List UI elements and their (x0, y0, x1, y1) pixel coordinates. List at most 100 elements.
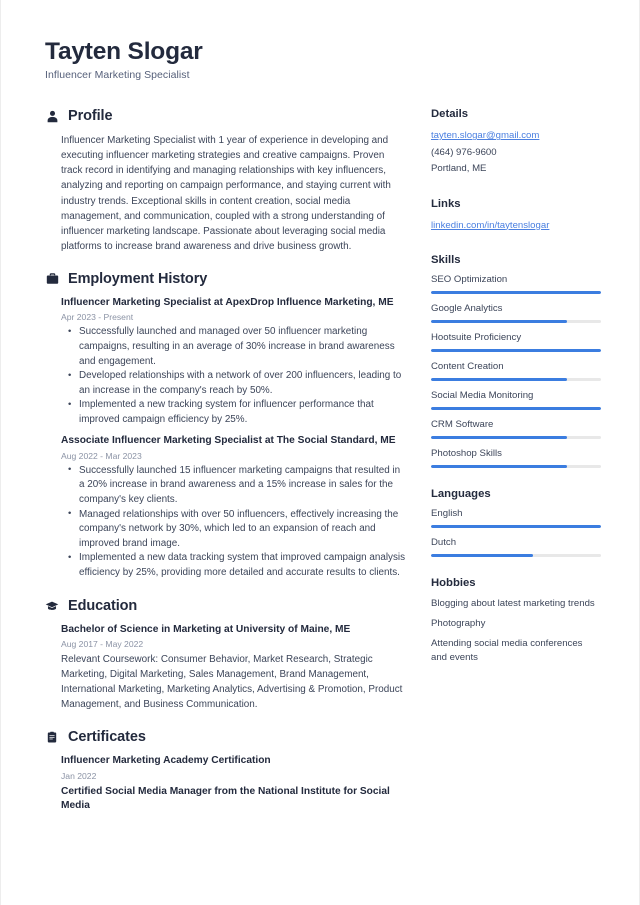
sidebar-languages: Languages English Dutch (431, 488, 601, 558)
language-bar-track (431, 554, 601, 558)
skill-label: CRM Software (431, 419, 494, 431)
employment-entry: Influencer Marketing Specialist at ApexD… (61, 296, 407, 428)
section-education: Education Bachelor of Science in Marketi… (45, 598, 407, 713)
skill-label: Content Creation (431, 361, 504, 373)
resume-columns: Profile Influencer Marketing Specialist … (45, 108, 601, 830)
section-employment-body: Influencer Marketing Specialist at ApexD… (45, 296, 407, 581)
section-education-body: Bachelor of Science in Marketing at Univ… (45, 623, 407, 713)
skill-label: Social Media Monitoring (431, 390, 534, 402)
section-profile-title: Profile (68, 108, 113, 125)
skill-bar-fill (431, 349, 601, 353)
skill-bar-track (431, 349, 601, 353)
bullet-item: Developed relationships with a network o… (61, 369, 407, 398)
location-text: Portland, ME (431, 163, 487, 175)
employment-entry-date: Apr 2023 - Present (61, 312, 134, 323)
skill-item: Hootsuite Proficiency (431, 332, 601, 353)
briefcase-icon (45, 272, 59, 286)
sidebar-hobbies: Hobbies Blogging about latest marketing … (431, 577, 601, 665)
resume-page: Tayten Slogar Influencer Marketing Speci… (0, 0, 640, 905)
language-item: Dutch (431, 537, 601, 558)
candidate-name: Tayten Slogar (45, 38, 203, 65)
main-column: Profile Influencer Marketing Specialist … (45, 108, 407, 830)
skill-bar-fill (431, 407, 601, 411)
linkedin-link[interactable]: linkedin.com/in/taytenslogar (431, 218, 601, 235)
hobby-item: Attending social media conferences and e… (431, 638, 583, 664)
sidebar-column: Details tayten.slogar@gmail.com (464) 97… (431, 108, 601, 685)
language-label: English (431, 508, 463, 520)
sidebar-skills: Skills SEO Optimization Google Analytics… (431, 254, 601, 469)
bullet-item: Successfully launched and managed over 5… (61, 325, 407, 369)
hobby-item: Blogging about latest marketing trends (431, 598, 595, 610)
skill-bar-fill (431, 378, 567, 382)
language-bar-fill (431, 554, 533, 558)
skill-bar-fill (431, 320, 567, 324)
resume-header: Tayten Slogar Influencer Marketing Speci… (45, 38, 595, 81)
skill-item: Photoshop Skills (431, 448, 601, 469)
certificate-entry: Influencer Marketing Academy Certificati… (61, 754, 407, 780)
section-certificates-header: Certificates (45, 729, 407, 745)
sidebar-details: Details tayten.slogar@gmail.com (464) 97… (431, 108, 601, 178)
education-entry: Bachelor of Science in Marketing at Univ… (61, 623, 407, 713)
skill-bar-track (431, 378, 601, 382)
section-profile-body: Influencer Marketing Specialist with 1 y… (45, 133, 407, 254)
profile-text: Influencer Marketing Specialist with 1 y… (61, 135, 391, 252)
bullet-item: Successfully launched 15 influencer mark… (61, 463, 407, 508)
skill-label: SEO Optimization (431, 274, 508, 286)
skill-bar-track (431, 465, 601, 469)
employment-entry-date: Aug 2022 - Mar 2023 (61, 450, 142, 461)
skill-label: Google Analytics (431, 303, 503, 315)
employment-entry-bullets: Successfully launched and managed over 5… (61, 325, 407, 427)
employment-entry-title: Influencer Marketing Specialist at ApexD… (61, 296, 394, 308)
certificate-entry-date: Jan 2022 (61, 770, 97, 781)
bullet-item: Implemented a new tracking system for in… (61, 398, 407, 427)
skill-bar-fill (431, 436, 567, 440)
skill-bar-fill (431, 291, 601, 295)
section-employment: Employment History Influencer Marketing … (45, 271, 407, 581)
employment-entry-bullets: Successfully launched 15 influencer mark… (61, 463, 407, 581)
section-certificates: Certificates Influencer Marketing Academ… (45, 729, 407, 813)
certificate-entry-title: Influencer Marketing Academy Certificati… (61, 755, 271, 767)
employment-entry-title: Associate Influencer Marketing Specialis… (61, 435, 396, 447)
skill-item: CRM Software (431, 419, 601, 440)
employment-entry: Associate Influencer Marketing Specialis… (61, 434, 407, 580)
certificate-icon (45, 730, 59, 744)
skill-bar-track (431, 436, 601, 440)
email-link[interactable]: tayten.slogar@gmail.com (431, 128, 601, 145)
skill-bar-track (431, 407, 601, 411)
candidate-job-title: Influencer Marketing Specialist (45, 69, 190, 82)
graduation-cap-icon (45, 599, 59, 613)
skill-item: Content Creation (431, 361, 601, 382)
section-employment-title: Employment History (68, 270, 208, 287)
education-entry-title: Bachelor of Science in Marketing at Univ… (61, 623, 351, 635)
language-label: Dutch (431, 537, 457, 549)
skill-item: SEO Optimization (431, 274, 601, 295)
certificate-entry-title: Certified Social Media Manager from the … (61, 785, 390, 812)
language-item: English (431, 508, 601, 529)
sidebar-skills-title: Skills (431, 254, 461, 267)
sidebar-links-title: Links (431, 197, 461, 210)
bullet-item: Managed relationships with over 50 influ… (61, 507, 407, 552)
language-bar-fill (431, 525, 601, 529)
person-icon (45, 109, 59, 123)
section-certificates-title: Certificates (68, 729, 146, 746)
skill-bar-track (431, 320, 601, 324)
section-education-title: Education (68, 597, 138, 614)
language-bar-track (431, 525, 601, 529)
phone-text: (464) 976-9600 (431, 146, 497, 158)
skill-label: Hootsuite Proficiency (431, 332, 522, 344)
skill-item: Social Media Monitoring (431, 390, 601, 411)
hobby-item: Photography (431, 618, 486, 630)
sidebar-links: Links linkedin.com/in/taytenslogar (431, 198, 601, 235)
education-entry-date: Aug 2017 - May 2022 (61, 639, 144, 650)
bullet-item: Implemented a new data tracking system t… (61, 551, 407, 580)
certificate-entry: Certified Social Media Manager from the … (61, 785, 407, 814)
sidebar-languages-title: Languages (431, 488, 491, 501)
section-certificates-body: Influencer Marketing Academy Certificati… (45, 754, 407, 813)
skill-bar-fill (431, 465, 567, 469)
section-profile-header: Profile (45, 108, 407, 124)
section-profile: Profile Influencer Marketing Specialist … (45, 108, 407, 254)
education-entry-description: Relevant Coursework: Consumer Behavior, … (61, 654, 403, 711)
skill-item: Google Analytics (431, 303, 601, 324)
skill-bar-track (431, 291, 601, 295)
section-employment-header: Employment History (45, 271, 407, 287)
